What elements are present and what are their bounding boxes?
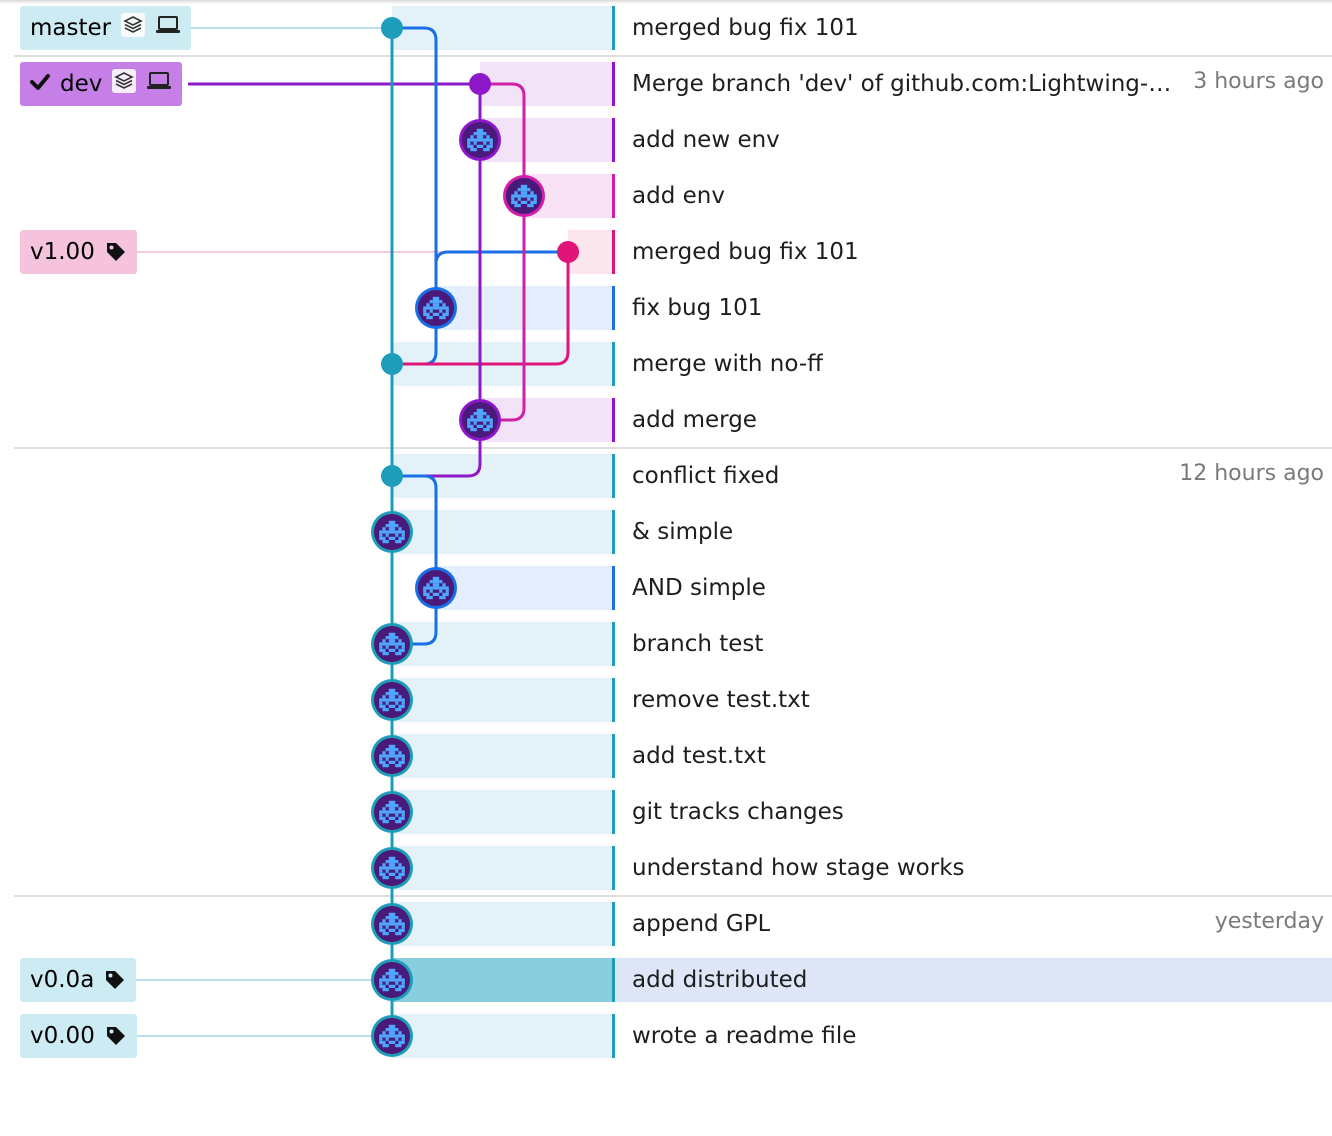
commit-message[interactable]: Merge branch 'dev' of github.com:Lightwi… bbox=[632, 62, 1177, 106]
avatar-icon bbox=[371, 903, 413, 945]
commit-dot bbox=[381, 17, 403, 39]
commit-row-graph-bg bbox=[392, 790, 612, 834]
commit-message[interactable]: wrote a readme file bbox=[632, 1014, 856, 1058]
commit-time: 3 hours ago bbox=[1193, 69, 1324, 94]
commit-row-graph-bg bbox=[392, 902, 612, 946]
commit-message[interactable]: remove test.txt bbox=[632, 678, 810, 722]
commit-message[interactable]: understand how stage works bbox=[632, 846, 965, 890]
stack-icon bbox=[112, 69, 137, 99]
commit-message[interactable]: git tracks changes bbox=[632, 790, 844, 834]
laptop-icon bbox=[155, 15, 181, 41]
commit-message[interactable]: add distributed bbox=[632, 958, 807, 1002]
commit-row-rail bbox=[612, 398, 615, 442]
commit-row-rail bbox=[612, 230, 615, 274]
tag-badge-v1-00[interactable]: v1.00 bbox=[20, 230, 137, 274]
commit-row-rail bbox=[612, 622, 615, 666]
avatar-icon bbox=[371, 1015, 413, 1057]
commit-message[interactable]: add new env bbox=[632, 118, 780, 162]
branch-badge-dev[interactable]: dev bbox=[20, 62, 183, 106]
commit-message[interactable]: add test.txt bbox=[632, 734, 766, 778]
commit-dot bbox=[469, 73, 491, 95]
commit-dot bbox=[557, 241, 579, 263]
laptop-icon bbox=[146, 71, 172, 97]
commit-row-graph-bg bbox=[392, 958, 612, 1002]
commit-row-rail bbox=[612, 286, 615, 330]
tag-badge-v0-00[interactable]: v0.00 bbox=[20, 1014, 137, 1058]
tag-label-v0-00: v0.00 bbox=[30, 1023, 95, 1049]
commit-row-rail bbox=[612, 118, 615, 162]
avatar-icon bbox=[415, 567, 457, 609]
tag-icon bbox=[105, 241, 127, 263]
commit-row-rail bbox=[612, 734, 615, 778]
avatar-icon bbox=[459, 399, 501, 441]
commit-row-rail bbox=[612, 6, 615, 50]
avatar-icon bbox=[371, 959, 413, 1001]
avatar-icon bbox=[459, 119, 501, 161]
commit-dot bbox=[381, 465, 403, 487]
commit-row-rail bbox=[612, 1014, 615, 1058]
commit-message[interactable]: AND simple bbox=[632, 566, 766, 610]
checkmark-icon bbox=[30, 72, 50, 97]
commit-row-rail bbox=[612, 846, 615, 890]
avatar-icon bbox=[415, 287, 457, 329]
commit-time: yesterday bbox=[1214, 909, 1324, 934]
avatar-icon bbox=[371, 847, 413, 889]
commit-row-graph-bg bbox=[392, 678, 612, 722]
commit-row-rail bbox=[612, 790, 615, 834]
tag-label-v1-00: v1.00 bbox=[30, 239, 95, 265]
commit-row-rail bbox=[612, 678, 615, 722]
avatar-icon bbox=[371, 791, 413, 833]
tag-icon bbox=[105, 1025, 127, 1047]
branch-badge-master[interactable]: master bbox=[20, 6, 192, 50]
commit-dot bbox=[381, 353, 403, 375]
commit-message[interactable]: append GPL bbox=[632, 902, 770, 946]
commit-row-rail bbox=[612, 958, 615, 1002]
commit-row-graph-bg bbox=[436, 566, 612, 610]
avatar-icon bbox=[371, 623, 413, 665]
commit-row-graph-bg bbox=[392, 734, 612, 778]
commit-row-rail bbox=[612, 174, 615, 218]
branch-label-master: master bbox=[30, 15, 112, 41]
commit-row-rail bbox=[612, 342, 615, 386]
commit-row-rail bbox=[612, 566, 615, 610]
commit-row-graph-bg bbox=[392, 510, 612, 554]
commit-time: 12 hours ago bbox=[1179, 461, 1324, 486]
edge-blue-branch bbox=[392, 474, 438, 646]
commit-message[interactable]: & simple bbox=[632, 510, 733, 554]
commit-message[interactable]: merge with no-ff bbox=[632, 342, 823, 386]
commit-row-rail bbox=[612, 510, 615, 554]
branch-label-dev: dev bbox=[60, 71, 103, 97]
commit-message[interactable]: fix bug 101 bbox=[632, 286, 762, 330]
avatar-icon bbox=[371, 511, 413, 553]
commit-row-rail bbox=[612, 902, 615, 946]
commit-row-rail bbox=[612, 62, 615, 106]
commit-row-rail bbox=[612, 454, 615, 498]
commit-message[interactable]: merged bug fix 101 bbox=[632, 230, 859, 274]
commit-message[interactable]: branch test bbox=[632, 622, 763, 666]
tag-badge-v0-0a[interactable]: v0.0a bbox=[20, 958, 137, 1002]
tag-label-v0-0a: v0.0a bbox=[30, 967, 95, 993]
avatar-icon bbox=[371, 735, 413, 777]
commit-message[interactable]: merged bug fix 101 bbox=[632, 6, 859, 50]
avatar-icon bbox=[371, 679, 413, 721]
commit-message[interactable]: add env bbox=[632, 174, 725, 218]
edge-blue-bugfix bbox=[434, 250, 568, 265]
edge-blue-merge bbox=[392, 26, 438, 308]
commit-row-graph-bg bbox=[392, 1014, 612, 1058]
commit-message[interactable]: conflict fixed bbox=[632, 454, 779, 498]
stack-icon bbox=[121, 13, 146, 43]
tag-icon bbox=[104, 969, 126, 991]
avatar-icon bbox=[503, 175, 545, 217]
commit-message[interactable]: add merge bbox=[632, 398, 757, 442]
commit-row-graph-bg bbox=[392, 846, 612, 890]
